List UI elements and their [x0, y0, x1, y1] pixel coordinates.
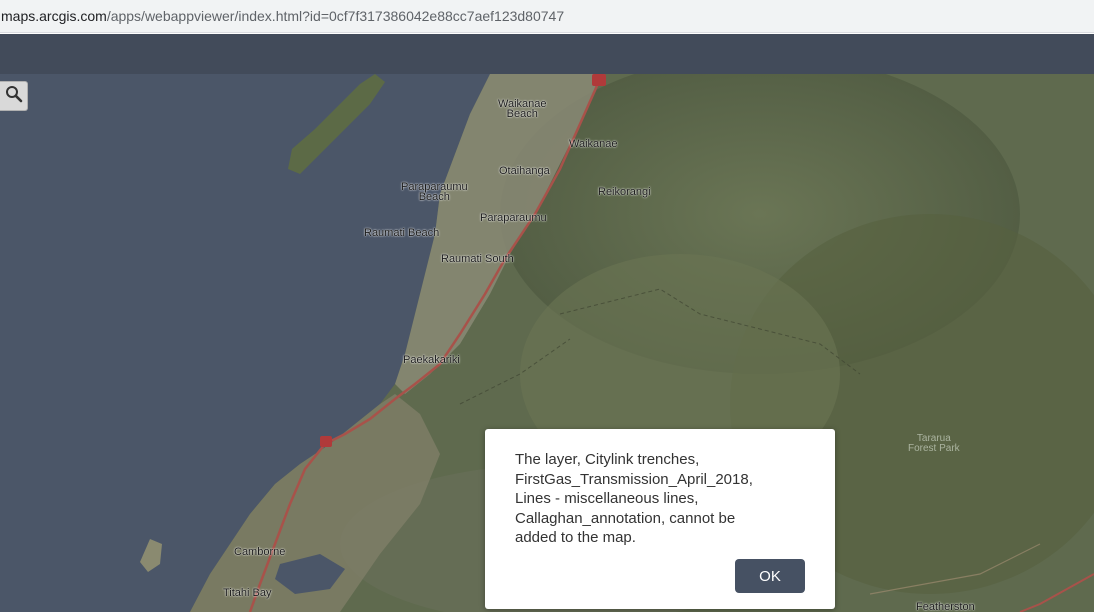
- label-otaihanga: Otaihanga: [499, 165, 550, 177]
- label-titahi-bay: Titahi Bay: [223, 587, 272, 599]
- error-dialog: The layer, Citylink trenches, FirstGas_T…: [485, 429, 835, 609]
- search-button[interactable]: [0, 81, 28, 111]
- label-raumati-beach: Raumati Beach: [364, 227, 440, 239]
- url-host: maps.arcgis.com: [1, 8, 107, 24]
- label-waikanae-beach: Waikanae Beach: [498, 98, 547, 120]
- address-bar[interactable]: maps.arcgis.com/apps/webappviewer/index.…: [0, 0, 1094, 33]
- label-tararua-forest-park: Tararua Forest Park: [908, 433, 960, 454]
- label-camborne: Camborne: [234, 546, 286, 558]
- label-reikorangi: Reikorangi: [598, 186, 651, 198]
- ok-button[interactable]: OK: [735, 559, 805, 593]
- app-header: [0, 34, 1094, 74]
- label-paraparaumu: Paraparaumu: [480, 212, 547, 224]
- label-waikanae: Waikanae: [569, 138, 618, 150]
- label-featherston: Featherston: [916, 601, 975, 612]
- label-paraparaumu-beach: Paraparaumu Beach: [401, 181, 468, 203]
- label-raumati-south: Raumati South: [441, 253, 514, 265]
- label-paekakariki: Paekakariki: [403, 354, 460, 366]
- url-path: /apps/webappviewer/index.html?id=0cf7f31…: [106, 8, 565, 24]
- dialog-message: The layer, Citylink trenches, FirstGas_T…: [515, 451, 753, 546]
- search-icon: [5, 85, 23, 108]
